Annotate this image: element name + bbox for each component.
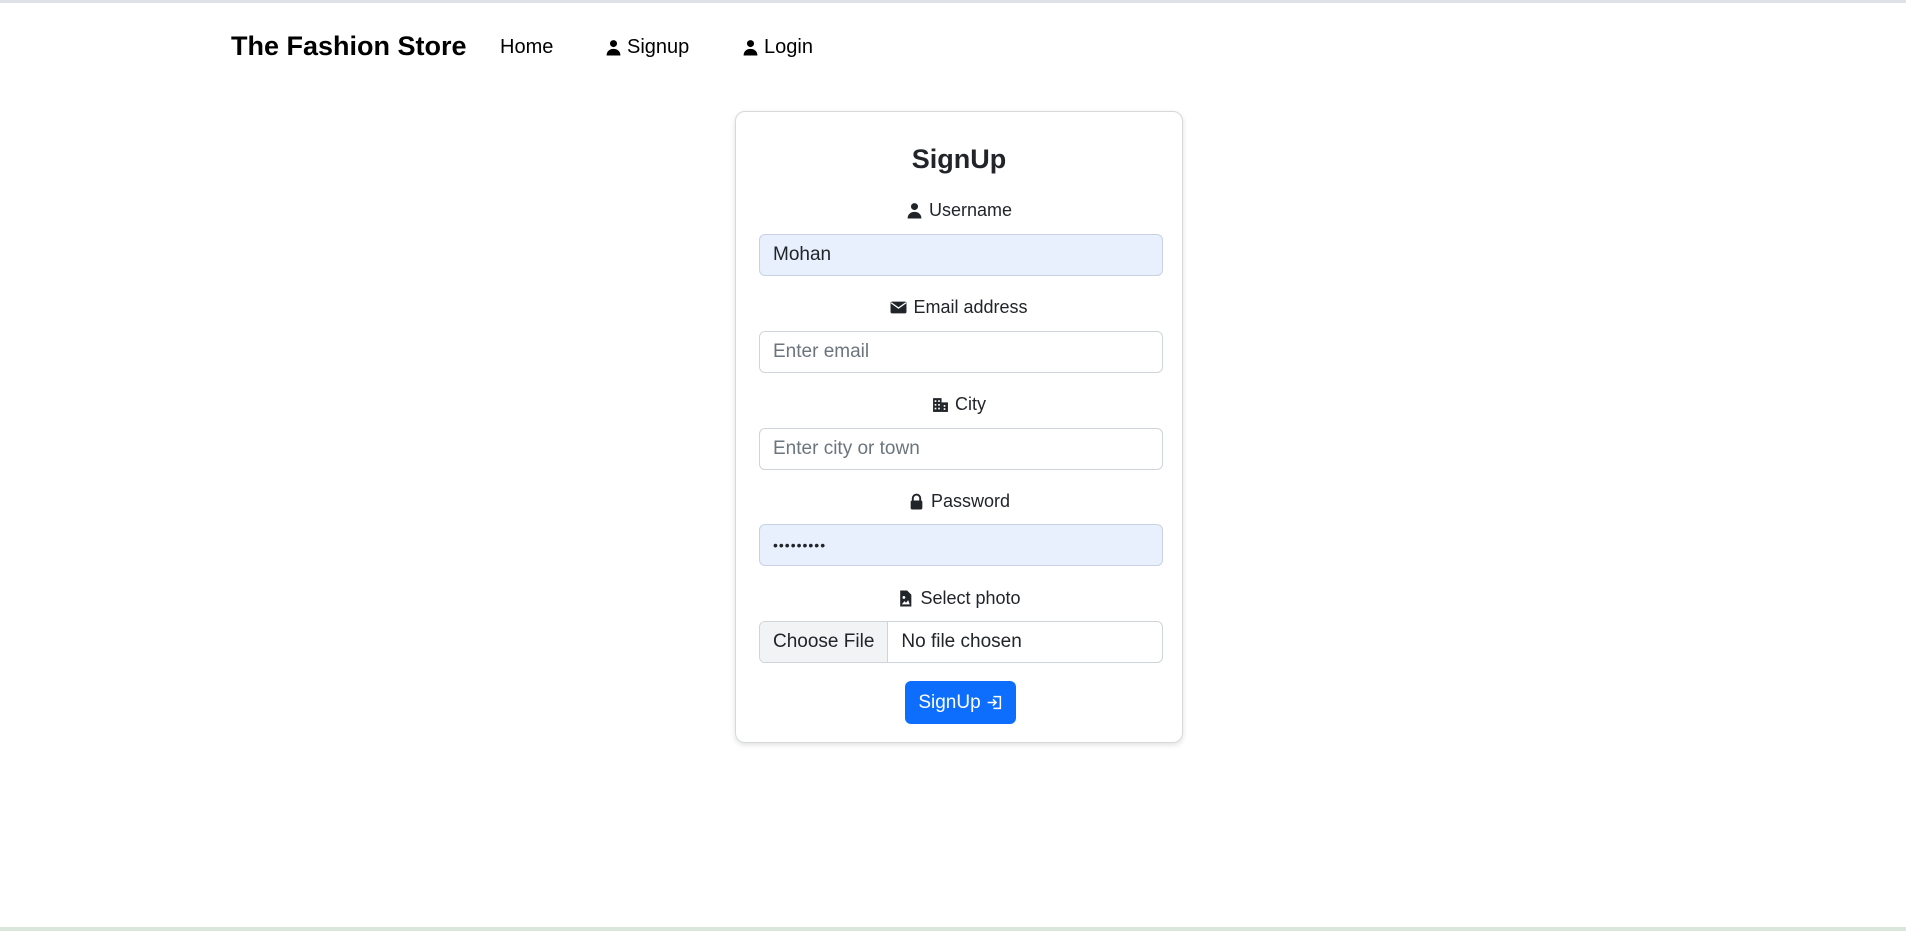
bottom-border [0,927,1906,931]
signup-submit-label: SignUp [918,691,981,713]
city-label-text: City [955,394,986,414]
box-arrow-in-right-icon [987,695,1001,710]
nav-home-label: Home [500,36,554,58]
nav-home[interactable]: Home [500,36,553,59]
lock-icon [910,493,923,510]
signup-submit-button[interactable]: SignUp [905,681,1016,724]
username-label-text: Username [928,200,1013,220]
photo-label: Select photo [736,588,1182,609]
password-label-text: Password [930,491,1011,511]
photo-file-input[interactable]: Choose File No file chosen [759,621,1163,663]
envelope-icon [891,301,907,314]
person-icon [907,203,922,219]
person-icon [606,40,621,56]
nav-login-label: Login [764,36,813,58]
person-icon [743,40,758,56]
buildings-icon [933,398,948,412]
nav-login[interactable]: Login [742,36,813,59]
email-input[interactable] [759,331,1163,373]
password-label: Password [736,491,1182,512]
choose-file-button[interactable]: Choose File [760,622,889,662]
photo-label-text: Select photo [920,588,1021,608]
username-label: Username [736,200,1182,221]
email-label: Email address [736,297,1182,318]
file-status: No file chosen [901,631,1022,652]
form-title: SignUp [911,144,1007,174]
navbar: The Fashion Store Home Signup Login [0,3,1906,91]
email-label-text: Email address [913,297,1028,317]
nav-signup-label: Signup [627,36,690,58]
nav-signup[interactable]: Signup [605,36,689,59]
city-input[interactable] [759,428,1163,470]
city-label: City [736,394,1182,415]
signup-card: SignUp Username Email address City Passw… [735,111,1183,743]
file-image-icon [900,590,912,607]
username-input[interactable] [759,234,1163,276]
password-input[interactable] [759,524,1163,566]
brand-link[interactable]: The Fashion Store [231,31,467,62]
